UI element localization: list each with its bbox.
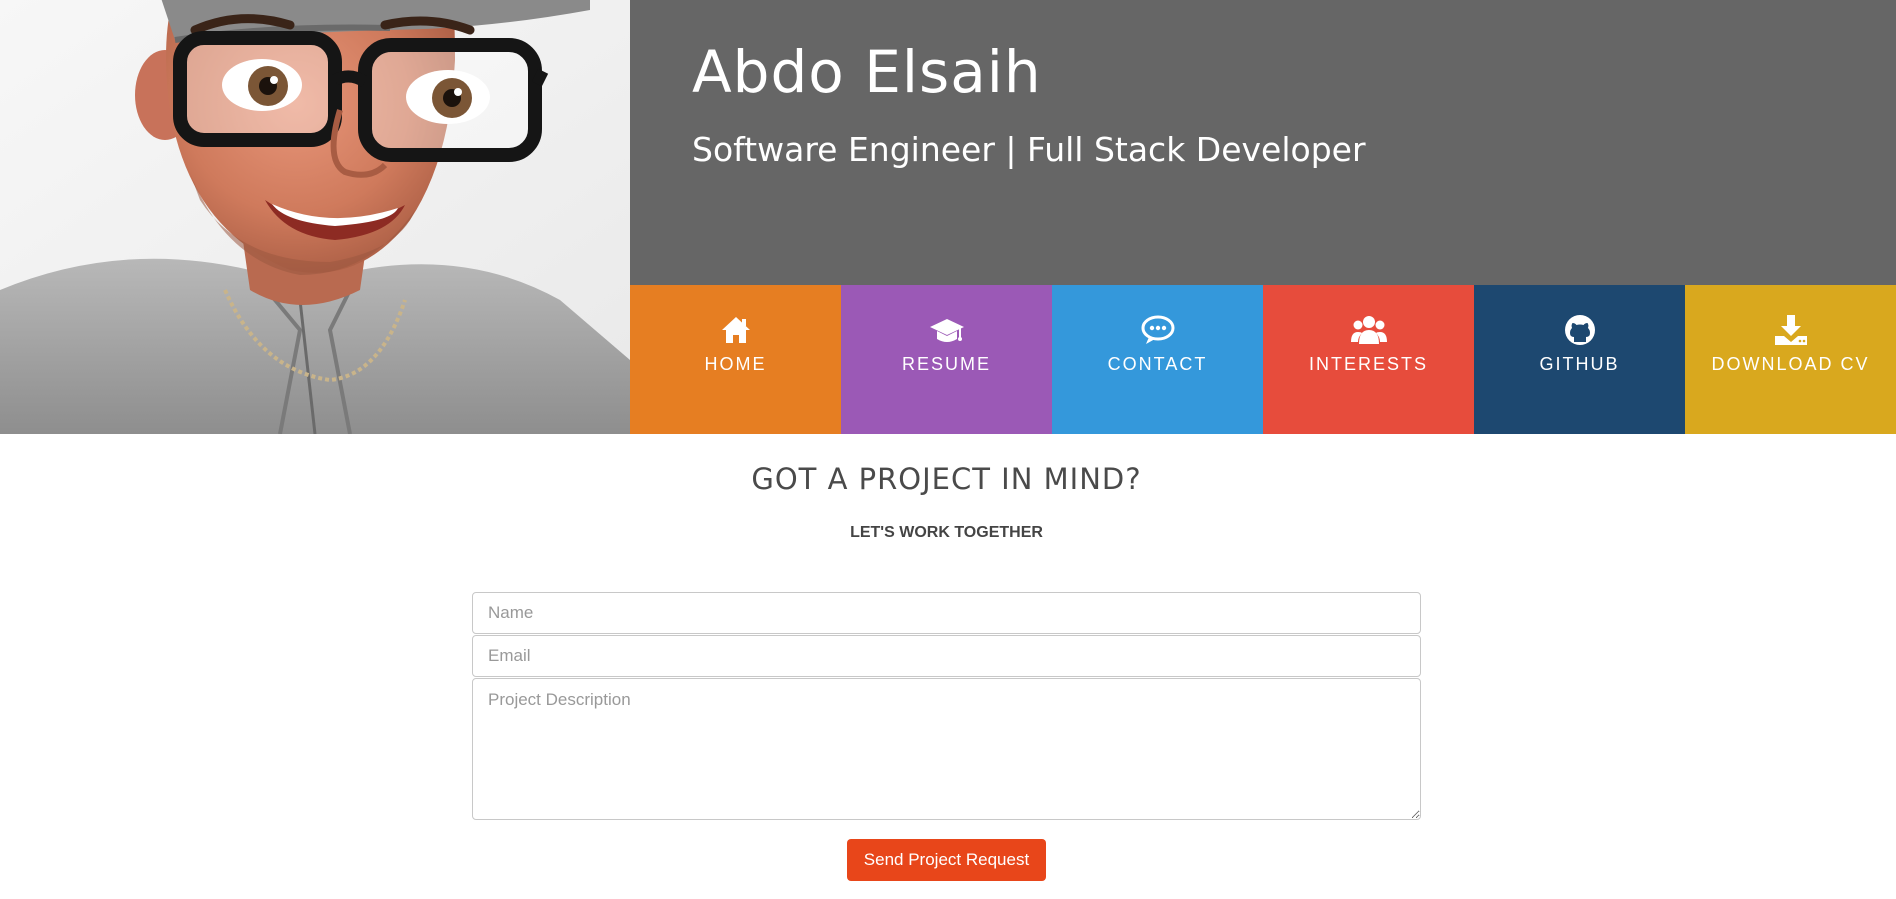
email-field[interactable] [472,635,1421,677]
nav-item-label: CONTACT [1107,354,1208,374]
nav-item-label: INTERESTS [1308,354,1428,374]
nav-item-label: DOWNLOAD CV [1711,354,1870,374]
main-nav: HOME RESUME CONTACT INTERESTS GITHUB DOW… [630,285,1896,434]
home-icon [718,312,754,348]
send-project-request-button[interactable]: Send Project Request [847,839,1046,881]
graduation-cap-icon [929,312,965,348]
project-description-field[interactable] [472,678,1421,820]
profile-role: Software Engineer | Full Stack Developer [692,130,1366,169]
page-header: Abdo Elsaih Software Engineer | Full Sta… [0,0,1896,434]
avatar [0,0,630,434]
section-subtitle: LET'S WORK TOGETHER [850,524,1043,541]
avatar-illustration [0,0,630,434]
nav-item-home[interactable]: HOME [630,285,841,434]
nav-item-github[interactable]: GITHUB [1474,285,1685,434]
nav-item-label: GITHUB [1539,354,1620,374]
download-icon [1773,312,1809,348]
profile-name: Abdo Elsaih [692,38,1042,106]
project-request-form [472,592,1421,820]
nav-item-interests[interactable]: INTERESTS [1263,285,1474,434]
nav-item-label: RESUME [901,354,991,374]
name-field[interactable] [472,592,1421,634]
nav-item-download-cv[interactable]: DOWNLOAD CV [1685,285,1896,434]
nav-item-label: HOME [704,354,767,374]
section-title: GOT A PROJECT IN MIND? [751,462,1142,496]
nav-item-resume[interactable]: RESUME [841,285,1052,434]
title-panel: Abdo Elsaih Software Engineer | Full Sta… [630,0,1896,285]
github-icon [1562,312,1598,348]
users-icon [1350,312,1387,348]
chat-bubble-icon [1140,312,1176,348]
nav-item-contact[interactable]: CONTACT [1052,285,1263,434]
